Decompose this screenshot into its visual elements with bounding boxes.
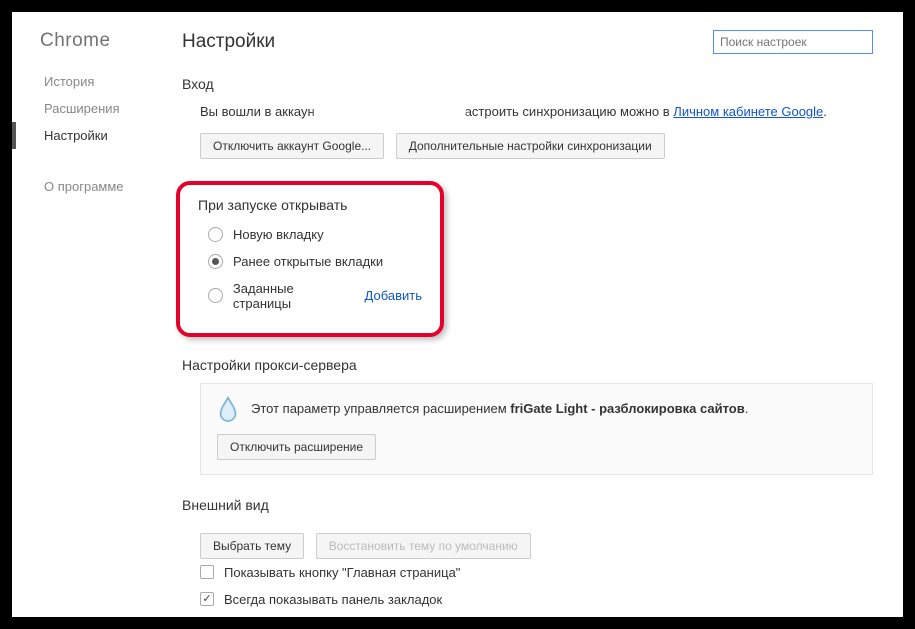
page-title: Настройки	[182, 31, 275, 53]
redacted-email	[315, 107, 465, 119]
settings-window: Chrome История Расширения Настройки О пр…	[12, 12, 903, 617]
section-title-login: Вход	[182, 76, 873, 92]
sidebar-item-history[interactable]: История	[12, 68, 172, 95]
main-content: Настройки Вход Вы вошли в аккаун астроить…	[172, 12, 903, 617]
sidebar-item-settings[interactable]: Настройки	[12, 122, 172, 149]
section-title-appearance: Внешний вид	[182, 497, 873, 513]
radio-icon	[208, 288, 223, 303]
section-proxy: Настройки прокси-сервера Этот параметр у…	[182, 357, 873, 475]
advanced-sync-button[interactable]: Дополнительные настройки синхронизации	[396, 133, 665, 159]
checkbox-label: Всегда показывать панель закладок	[224, 592, 442, 607]
add-pages-link[interactable]: Добавить	[365, 288, 422, 303]
app-title: Chrome	[12, 30, 172, 68]
section-title-startup: При запуске открывать	[198, 197, 422, 213]
radio-icon	[208, 227, 223, 242]
radio-label: Новую вкладку	[233, 227, 324, 242]
disconnect-account-button[interactable]: Отключить аккаунт Google...	[200, 133, 384, 159]
section-startup-highlight: При запуске открывать Новую вкладку Ране…	[176, 181, 444, 337]
checkbox-label: Показывать кнопку "Главная страница"	[224, 565, 460, 580]
login-text: Вы вошли в аккаун астроить синхронизацию …	[200, 102, 873, 123]
google-account-link[interactable]: Личном кабинете Google	[673, 104, 823, 119]
sidebar: Chrome История Расширения Настройки О пр…	[12, 12, 172, 617]
radio-icon	[208, 254, 223, 269]
section-appearance: Внешний вид Выбрать тему Восстановить те…	[182, 497, 873, 613]
sidebar-item-extensions[interactable]: Расширения	[12, 95, 172, 122]
disable-extension-button[interactable]: Отключить расширение	[217, 434, 376, 460]
page-header: Настройки	[182, 30, 873, 54]
sidebar-item-about[interactable]: О программе	[12, 173, 172, 200]
sidebar-item-label: Расширения	[44, 101, 120, 116]
search-input[interactable]	[713, 30, 873, 54]
proxy-managed-box: Этот параметр управляется расширением fr…	[200, 383, 873, 475]
radio-label: Заданные страницы	[233, 281, 355, 311]
login-period: .	[823, 104, 827, 119]
checkbox-icon	[200, 592, 214, 606]
proxy-extension-name: friGate Light - разблокировка сайтов	[510, 401, 745, 416]
section-title-proxy: Настройки прокси-сервера	[182, 357, 873, 373]
show-bookmarks-bar-checkbox[interactable]: Всегда показывать панель закладок	[200, 586, 873, 613]
sidebar-item-label: О программе	[44, 179, 124, 194]
sidebar-item-label: Настройки	[44, 128, 108, 143]
section-login: Вход Вы вошли в аккаун астроить синхрониз…	[182, 76, 873, 159]
startup-option-pages[interactable]: Заданные страницы Добавить	[208, 275, 422, 317]
reset-theme-button: Восстановить тему по умолчанию	[316, 533, 531, 559]
choose-theme-button[interactable]: Выбрать тему	[200, 533, 304, 559]
checkbox-icon	[200, 565, 214, 579]
radio-label: Ранее открытые вкладки	[233, 254, 383, 269]
frigate-icon	[217, 396, 239, 422]
login-text-prefix: Вы вошли в аккаун	[200, 104, 315, 119]
proxy-managed-text: Этот параметр управляется расширением fr…	[251, 401, 748, 416]
login-text-suffix: астроить синхронизацию можно в	[465, 104, 674, 119]
startup-option-continue[interactable]: Ранее открытые вкладки	[208, 248, 422, 275]
sidebar-item-label: История	[44, 74, 94, 89]
show-home-button-checkbox[interactable]: Показывать кнопку "Главная страница"	[200, 559, 873, 586]
startup-option-newtab[interactable]: Новую вкладку	[208, 221, 422, 248]
